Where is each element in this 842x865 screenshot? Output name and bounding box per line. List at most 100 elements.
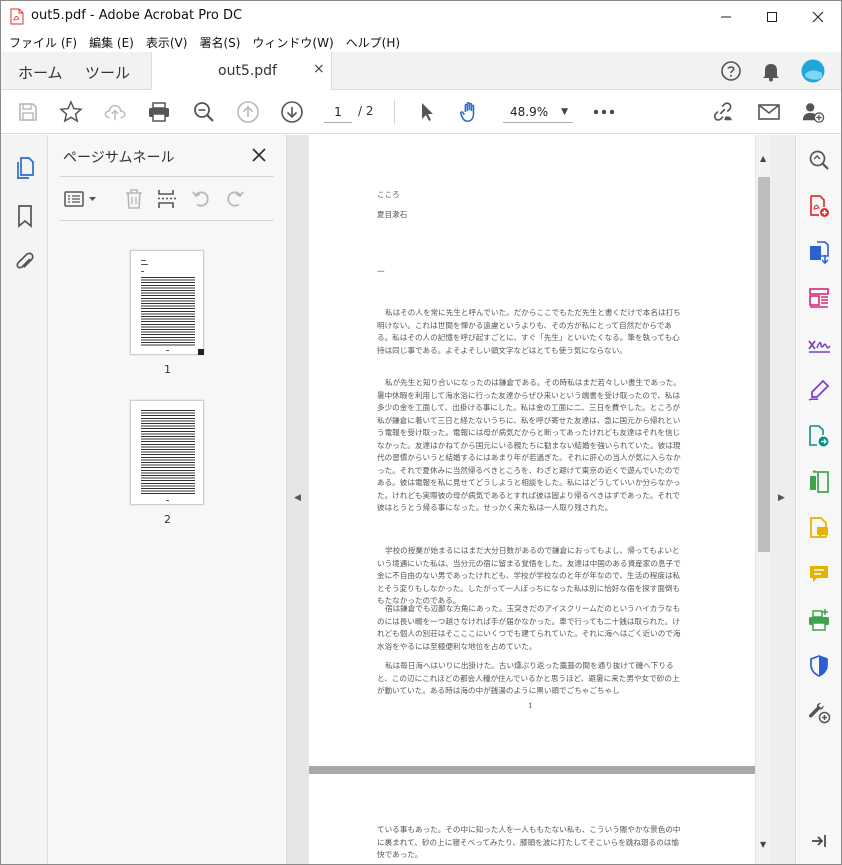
share-file-icon (809, 425, 829, 447)
thumbnail-page-1[interactable] (130, 250, 204, 355)
edit-pdf-button[interactable] (806, 285, 832, 311)
zoom-value: 48.9% (510, 105, 549, 119)
zoom-out-icon (194, 102, 214, 122)
copy-pages-icon (17, 157, 34, 179)
panel-divider (60, 176, 274, 177)
thumb-line (141, 260, 146, 261)
send-for-review-button[interactable] (806, 423, 832, 449)
tab-home[interactable]: ホーム (18, 62, 63, 83)
document-page-2: ている事もあった。その中に知った人を一人ももたない私も、こういう賑やかな景色の中… (309, 774, 755, 864)
menu-bar: ファイル (F) 編集 (E) 表示(V) 署名(S) ウィンドウ(W) ヘルプ… (1, 32, 841, 52)
rotate-left-button[interactable] (188, 186, 214, 212)
list-options-icon (64, 191, 96, 207)
menu-help[interactable]: ヘルプ(H) (346, 34, 400, 51)
document-paragraph: ている事もあった。その中に知った人を一人ももたない私も、こういう賑やかな景色の中… (377, 825, 681, 859)
previous-page-button[interactable] (236, 100, 260, 124)
share-link-button[interactable] (712, 100, 736, 124)
thumbnail-page-2[interactable] (130, 400, 204, 505)
menu-view[interactable]: 表示(V) (146, 34, 188, 51)
insert-page-button[interactable] (154, 186, 180, 212)
add-comment-button[interactable] (806, 561, 832, 587)
minimize-button[interactable] (703, 1, 749, 32)
add-user-button[interactable] (801, 100, 825, 124)
tab-tools[interactable]: ツール (85, 62, 130, 83)
menu-file[interactable]: ファイル (F) (9, 34, 77, 51)
notifications-button[interactable] (759, 59, 783, 83)
document-paragraph: 私はその人を常に先生と呼んでいた。だからここでもただ先生と書くだけで本名は打ち明… (377, 308, 681, 355)
menu-sign[interactable]: 署名(S) (199, 34, 240, 51)
fill-and-sign-button[interactable] (806, 331, 832, 357)
page-thumbnails-panel: ページサムネール 1 2 (48, 135, 287, 864)
comment-button[interactable] (806, 515, 832, 541)
menu-window[interactable]: ウィンドウ(W) (252, 34, 333, 51)
thumb-page-number (166, 500, 169, 501)
page-corner-marker (198, 349, 204, 355)
bookmarks-button[interactable] (12, 203, 38, 229)
more-tools-button[interactable] (592, 100, 616, 124)
close-window-button[interactable] (795, 1, 841, 32)
delete-page-button[interactable] (121, 186, 147, 212)
close-panel-button[interactable] (250, 146, 268, 164)
insert-pages-icon (158, 190, 176, 208)
maximize-icon (767, 11, 777, 22)
export-pdf-button[interactable] (806, 239, 832, 265)
protect-button[interactable] (806, 653, 832, 679)
collapse-tools-button[interactable] (806, 828, 832, 854)
scan-printer-icon (809, 609, 829, 631)
tab-close-button[interactable]: × (313, 61, 325, 77)
tab-document[interactable]: out5.pdf × (151, 52, 332, 90)
more-tools-button[interactable] (806, 699, 832, 725)
acrobat-window: out5.pdf - Adobe Acrobat Pro DC ファイル (F)… (0, 0, 842, 865)
organize-pages-button[interactable] (806, 469, 832, 495)
scan-ocr-button[interactable] (806, 607, 832, 633)
request-signatures-button[interactable] (806, 377, 832, 403)
bookmark-star-button[interactable] (59, 100, 83, 124)
print-button[interactable] (147, 100, 171, 124)
select-tool-button[interactable] (415, 100, 439, 124)
add-person-icon (802, 103, 825, 123)
document-view[interactable]: こころ 夏目漱石 一 私はその人を常に先生と呼んでいた。だからここでもただ先生と… (309, 135, 755, 864)
hand-tool-button[interactable] (458, 100, 482, 124)
document-heading: こころ (377, 190, 400, 199)
cloud-upload-icon (104, 104, 126, 121)
thumb-page-number (166, 350, 169, 351)
zoom-level-select[interactable]: 48.9% ▼ (503, 101, 573, 123)
maximize-button[interactable] (749, 1, 795, 32)
document-paragraph: 私は毎日海へはいりに出掛けた。古い燻ぶり返った藁葺の間を通り抜けて磯へ下りると、… (377, 661, 680, 695)
save-button[interactable] (16, 100, 40, 124)
document-page-1: こころ 夏目漱石 一 私はその人を常に先生と呼んでいた。だからここでもただ先生と… (309, 135, 755, 766)
collapse-right-panel-button[interactable]: ▶ (771, 135, 795, 864)
next-page-button[interactable] (280, 100, 304, 124)
vertical-scrollbar[interactable]: ▲ ▼ (755, 135, 771, 864)
minimize-icon (721, 16, 731, 17)
scrollbar-thumb[interactable] (758, 177, 770, 552)
help-button[interactable] (719, 59, 743, 83)
menu-edit[interactable]: 編集 (E) (89, 34, 134, 51)
upload-cloud-button[interactable] (103, 100, 127, 124)
cursor-arrow-icon (422, 103, 433, 121)
zoom-out-button[interactable] (192, 100, 216, 124)
triangle-left-icon: ◀ (294, 493, 301, 503)
document-page-number: 1 (528, 701, 533, 710)
options-menu-button[interactable] (62, 186, 100, 212)
panel-divider (60, 220, 274, 221)
more-dots-icon (593, 109, 615, 115)
page-thumbnails-button[interactable] (12, 155, 38, 181)
collapse-left-panel-button[interactable]: ◀ (287, 135, 309, 864)
save-icon (19, 103, 37, 121)
rotate-right-button[interactable] (222, 186, 248, 212)
scroll-down-icon[interactable]: ▼ (760, 840, 766, 849)
scroll-up-icon[interactable]: ▲ (760, 154, 766, 163)
organize-pages-icon (810, 470, 829, 493)
thumb-line (141, 264, 148, 265)
fill-sign-icon (808, 340, 831, 353)
account-button[interactable] (801, 59, 825, 83)
export-pdf-icon (810, 241, 829, 264)
create-pdf-button[interactable] (806, 193, 832, 219)
page-number-input[interactable]: 1 (324, 101, 352, 123)
attachments-button[interactable] (12, 249, 38, 275)
paperclip-icon (16, 252, 34, 269)
page-count: / 2 (358, 104, 374, 118)
email-button[interactable] (757, 100, 781, 124)
enhance-scans-button[interactable] (806, 147, 832, 173)
